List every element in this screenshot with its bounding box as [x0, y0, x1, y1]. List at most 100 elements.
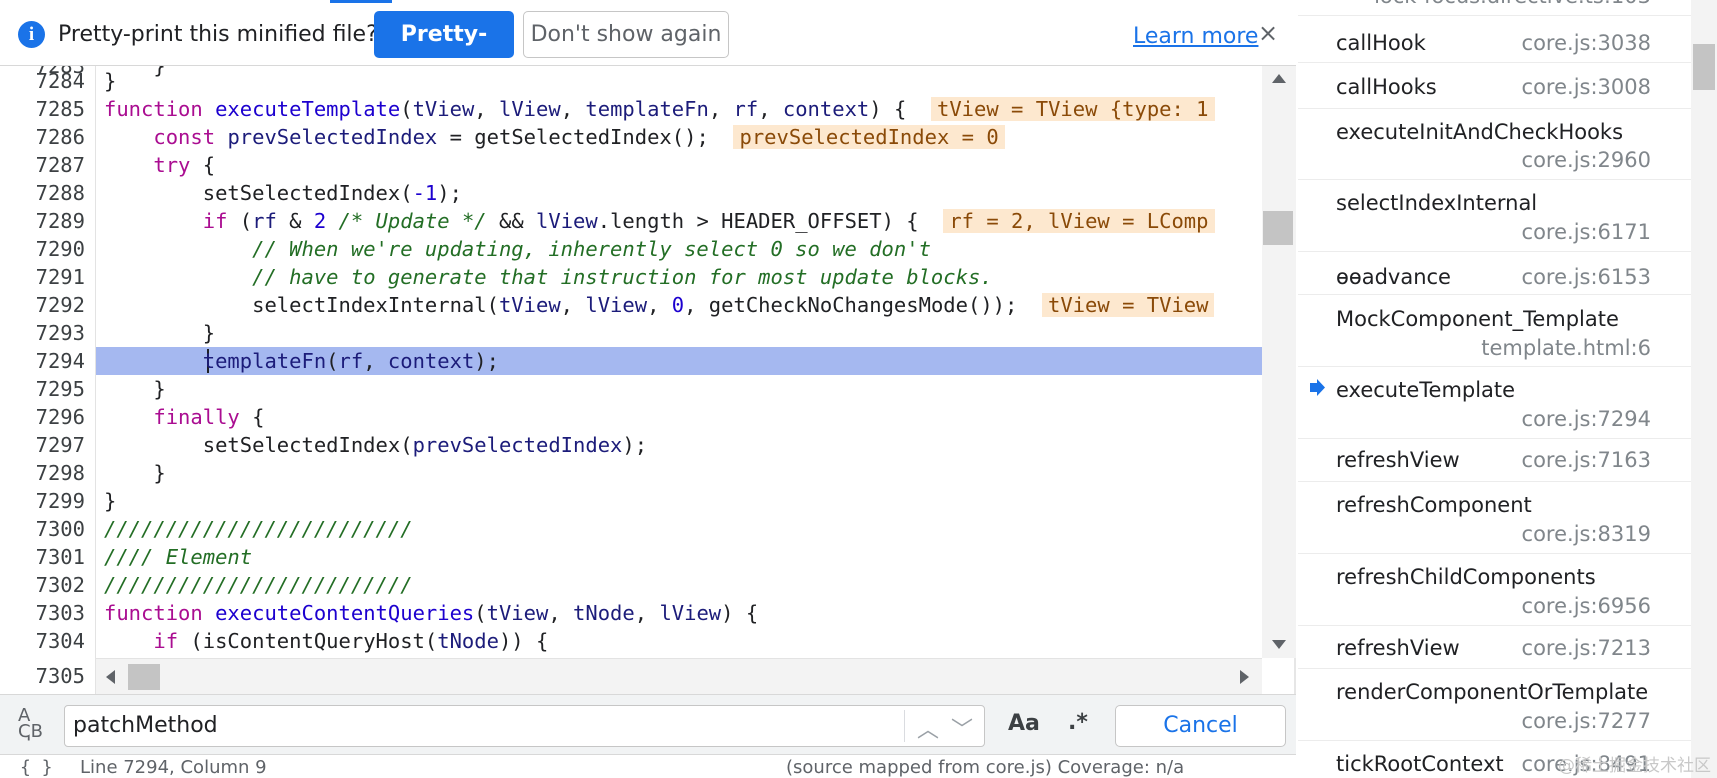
pretty-print-infobar: i Pretty-print this minified file? Prett… [0, 0, 1296, 94]
call-frame[interactable]: refreshChildComponents core.js:6956 [1298, 554, 1691, 626]
call-stack-scrollbar[interactable] [1691, 0, 1717, 778]
next-match-icon[interactable]: ﹀ [951, 712, 973, 744]
line-number[interactable]: 7300 [36, 515, 85, 543]
line-number[interactable]: 7303 [36, 599, 85, 627]
scrollbar-thumb[interactable] [128, 664, 160, 690]
inline-value[interactable]: rf = 2, lView = LComp [943, 209, 1215, 233]
call-frame[interactable]: refreshView core.js:7213 [1298, 626, 1691, 669]
editor-horizontal-scrollbar[interactable] [96, 658, 1262, 694]
call-frame-location: core.js:8319 [1521, 522, 1651, 546]
cursor-position: Line 7294, Column 9 [80, 757, 267, 778]
line-number[interactable]: 7299 [36, 487, 85, 515]
code-line: setSelectedIndex(-1); [104, 181, 462, 205]
call-frame[interactable]: lock-focus.directive.ts:103 [1298, 0, 1691, 16]
scroll-up-icon[interactable] [1272, 74, 1286, 83]
code-line: // When we're updating, inherently selec… [252, 237, 931, 261]
call-frame[interactable]: ɵɵadvance core.js:6153 [1298, 252, 1691, 295]
inline-value[interactable]: tView = TView [1042, 293, 1215, 317]
cancel-button[interactable]: Cancel [1115, 705, 1286, 747]
code-line: } [104, 321, 216, 345]
call-frame-location: core.js:6171 [1521, 220, 1651, 244]
call-frame-function: MockComponent_Template [1336, 307, 1619, 331]
regex-button[interactable]: .* [1068, 710, 1088, 735]
call-frame[interactable]: executeInitAndCheckHooks core.js:2960 [1298, 109, 1691, 180]
call-frame[interactable]: selectIndexInternal core.js:6171 [1298, 180, 1691, 252]
code-line: setSelectedIndex(prevSelectedIndex); [104, 433, 648, 457]
inline-value[interactable]: tView = TView {type: 1 [931, 97, 1215, 121]
close-icon[interactable]: × [1258, 19, 1278, 47]
call-frame[interactable]: refreshComponent core.js:8319 [1298, 482, 1691, 554]
code-line: } [104, 69, 117, 93]
coverage-status: (source mapped from core.js) Coverage: n… [786, 757, 1185, 778]
call-frame-function: selectIndexInternal [1336, 191, 1538, 215]
line-number[interactable]: 7295 [36, 375, 85, 403]
pretty-print-toggle-icon[interactable]: { } [20, 757, 53, 778]
call-frame[interactable]: callHooks core.js:3008 [1298, 66, 1691, 109]
call-frame[interactable]: renderComponentOrTemplate core.js:7277 [1298, 669, 1691, 741]
line-number[interactable]: 7291 [36, 263, 85, 291]
call-frame[interactable]: MockComponent_Template template.html:6 [1298, 295, 1691, 367]
call-frame-location: core.js:6153 [1521, 265, 1651, 289]
code-line: finally { [153, 405, 265, 429]
search-input[interactable]: patchMethod [73, 706, 218, 746]
call-frame-location: core.js:7277 [1521, 709, 1651, 733]
line-number[interactable]: 7284 [36, 67, 85, 95]
call-frame-location: core.js:7213 [1521, 636, 1651, 660]
tab-accent-bar [330, 0, 392, 3]
previous-match-icon[interactable]: ︿ [917, 712, 939, 744]
search-input-wrapper[interactable]: patchMethod ︿ ﹀ [64, 705, 985, 747]
line-number[interactable]: 7296 [36, 403, 85, 431]
code-line: const prevSelectedIndex = getSelectedInd… [104, 123, 1005, 151]
code-line: function executeTemplate(tView, lView, t… [104, 95, 1215, 123]
dont-show-again-button[interactable]: Don't show again [523, 11, 729, 58]
call-frame-location: core.js:6956 [1521, 594, 1651, 618]
scrollbar-thumb[interactable] [1263, 211, 1293, 245]
line-number[interactable]: 7292 [36, 291, 85, 319]
line-number[interactable]: 7305 [36, 662, 85, 690]
scroll-down-icon[interactable] [1272, 640, 1286, 649]
line-number[interactable]: 7285 [36, 95, 85, 123]
line-number[interactable]: 7287 [36, 151, 85, 179]
line-number[interactable]: 7302 [36, 571, 85, 599]
call-frame-location: core.js:3008 [1521, 75, 1651, 99]
line-number-gutter-bottom: 7305 [0, 658, 96, 694]
call-frame-location: lock-focus.directive.ts:103 [1374, 0, 1651, 8]
editor-vertical-scrollbar[interactable] [1262, 66, 1296, 658]
learn-more-link[interactable]: Learn more [1133, 24, 1258, 49]
scroll-left-icon[interactable] [106, 670, 115, 684]
line-number[interactable]: 7289 [36, 207, 85, 235]
scroll-right-icon[interactable] [1240, 670, 1249, 684]
call-frame-current[interactable]: executeTemplate core.js:7294 [1298, 367, 1691, 439]
line-number-current[interactable]: 7294 [36, 347, 85, 375]
call-frame[interactable]: refreshView core.js:7163 [1298, 439, 1691, 482]
line-number[interactable]: 7297 [36, 431, 85, 459]
call-frame[interactable]: callHook core.js:3038 [1298, 23, 1691, 63]
line-number[interactable]: 7293 [36, 319, 85, 347]
match-case-button[interactable]: Aa [1008, 711, 1040, 736]
pretty-print-button[interactable]: Pretty-print [374, 11, 514, 94]
call-frame-function: executeTemplate [1336, 378, 1516, 402]
call-frame-function: callHooks [1336, 75, 1437, 99]
scrollbar-thumb[interactable] [1693, 44, 1715, 90]
call-frame-function: refreshChildComponents [1336, 565, 1596, 589]
inline-value[interactable]: prevSelectedIndex = 0 [733, 125, 1005, 149]
line-number[interactable]: 7290 [36, 235, 85, 263]
code-area[interactable]: 7283 7284 7285 7286 7287 7288 7289 7290 … [0, 66, 1262, 658]
call-frame-function: ɵɵadvance [1336, 265, 1451, 289]
line-number[interactable]: 7288 [36, 179, 85, 207]
line-number[interactable]: 7304 [36, 627, 85, 655]
call-frame-function: tickRootContext [1336, 752, 1504, 776]
line-number[interactable]: 7298 [36, 459, 85, 487]
line-number[interactable]: 7301 [36, 543, 85, 571]
code-line: selectIndexInternal(tView, lView, 0, get… [104, 291, 1215, 319]
line-number[interactable]: 7286 [36, 123, 85, 151]
call-frame-location: core.js:3038 [1521, 31, 1651, 55]
replace-toggle-icon[interactable]: A ↅB [18, 707, 43, 741]
call-frame-function: callHook [1336, 31, 1426, 55]
code-line: //// Element [104, 545, 253, 569]
call-stack-pane: lock-focus.directive.ts:103 callHook cor… [1298, 0, 1717, 778]
code-line: ///////////////////////// [104, 517, 413, 541]
line-number-gutter[interactable]: 7283 7284 7285 7286 7287 7288 7289 7290 … [0, 66, 96, 658]
call-frame-function: executeInitAndCheckHooks [1336, 120, 1624, 144]
watermark: @稀土掘金技术社区 [1558, 756, 1711, 776]
